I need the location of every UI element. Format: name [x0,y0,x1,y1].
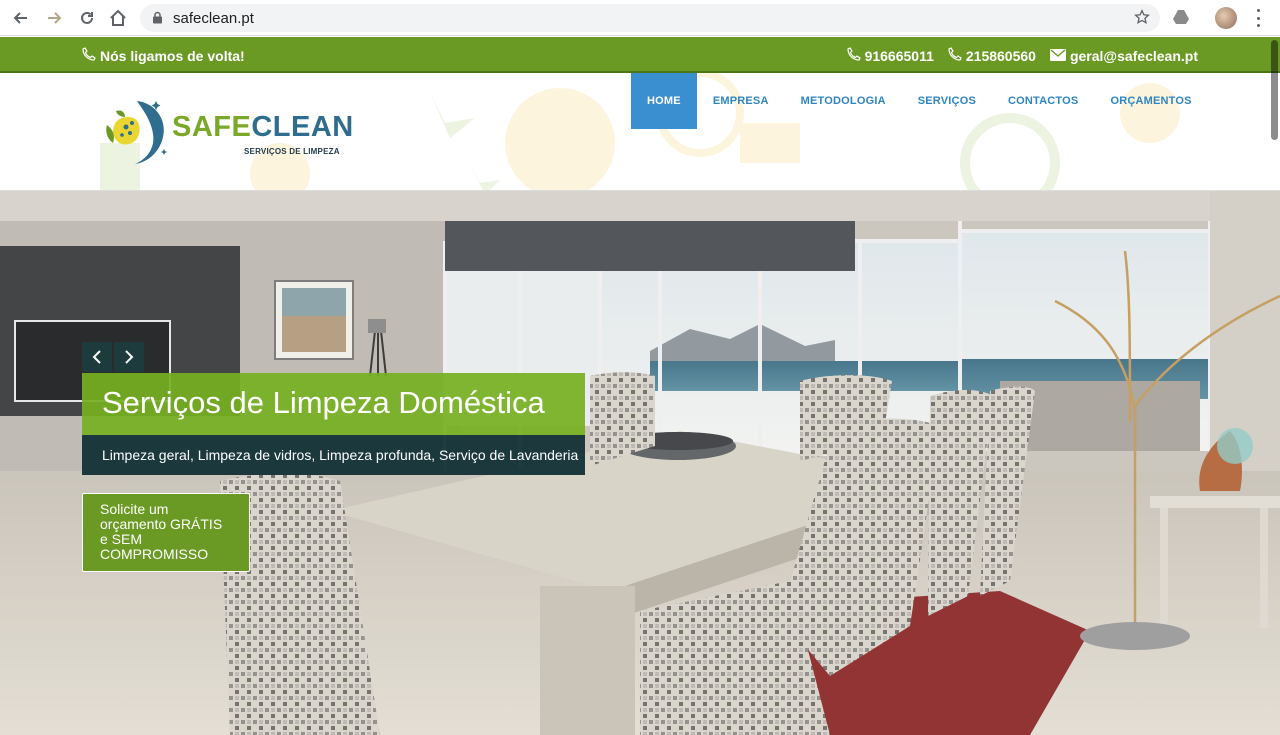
callback-label: Nós ligamos de volta! [100,47,245,64]
phone-number-1: 916665011 [864,47,934,64]
nav-empresa[interactable]: EMPRESA [697,73,785,129]
site-logo[interactable]: SAFECLEAN SERVIÇOS DE LIMPEZA [102,97,353,169]
slider-arrows [82,342,144,372]
website: Nós ligamos de volta! 916665011 21586056… [0,37,1280,735]
email-link[interactable]: geral@safeclean.pt [1049,47,1198,64]
phone-icon [948,47,962,64]
contact-bar: Nós ligamos de volta! 916665011 21586056… [0,37,1280,73]
nav-servicos[interactable]: SERVIÇOS [902,73,992,129]
address-bar[interactable]: safeclean.pt [140,4,1160,32]
slide-subtitle: Limpeza geral, Limpeza de vidros, Limpez… [82,435,585,475]
nav-orcamentos[interactable]: ORÇAMENTOS [1094,73,1207,129]
callback-link[interactable]: Nós ligamos de volta! [82,47,245,64]
star-icon[interactable] [1134,9,1150,30]
home-icon[interactable] [106,6,130,30]
menu-icon[interactable] [1252,9,1264,27]
phone-icon [846,47,861,64]
forward-icon[interactable] [42,6,66,30]
brand-name: SAFECLEAN [172,111,354,143]
site-header: SAFECLEAN SERVIÇOS DE LIMPEZA HOME EMPRE… [0,73,1280,191]
lock-icon [152,11,163,29]
phone-number-2: 215860560 [965,47,1036,64]
slide-title: Serviços de Limpeza Doméstica [82,373,585,435]
phone-link-1[interactable]: 916665011 [846,47,934,64]
url-text: safeclean.pt [173,10,254,27]
browser-toolbar: safeclean.pt [0,0,1280,36]
phone-link-2[interactable]: 215860560 [948,47,1036,64]
nav-metodologia[interactable]: METODOLOGIA [785,73,902,129]
drive-extension-icon[interactable] [1172,8,1190,31]
chevron-left-icon[interactable] [82,342,112,372]
logo-emblem [106,101,167,164]
scrollbar-thumb[interactable] [1271,40,1278,140]
envelope-icon [1049,48,1066,64]
nav-contactos[interactable]: CONTACTOS [992,73,1094,129]
page-scrollbar[interactable] [1268,37,1280,735]
email-address: geral@safeclean.pt [1069,47,1198,64]
chevron-right-icon[interactable] [114,342,144,372]
main-navigation: HOME EMPRESA METODOLOGIA SERVIÇOS CONTAC… [631,73,1208,129]
brand-tagline: SERVIÇOS DE LIMPEZA [244,147,340,156]
nav-home[interactable]: HOME [631,73,697,129]
phone-icon [82,47,96,64]
profile-avatar[interactable] [1215,7,1237,29]
quote-request-button[interactable]: Solicite um orçamento GRÁTIS e SEM COMPR… [82,493,250,572]
reload-icon[interactable] [75,6,99,30]
back-icon[interactable] [9,6,33,30]
hero-slider: Serviços de Limpeza Doméstica Limpeza ge… [0,191,1280,735]
